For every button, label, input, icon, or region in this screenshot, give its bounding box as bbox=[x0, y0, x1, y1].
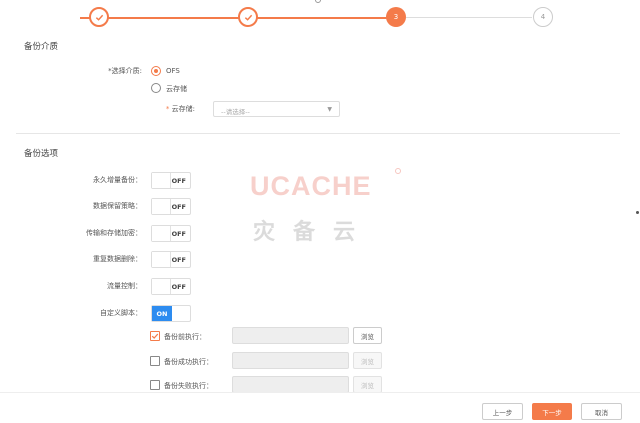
registered-icon bbox=[395, 168, 401, 174]
step-2[interactable] bbox=[238, 7, 258, 27]
toggle-knob bbox=[152, 252, 171, 267]
script-pre-label: 备份前执行： bbox=[164, 333, 206, 341]
toggle-knob bbox=[152, 199, 171, 214]
toggle-label-script: 自定义脚本： bbox=[100, 309, 142, 317]
toggle-state: OFF bbox=[171, 256, 186, 264]
toggle-state: OFF bbox=[171, 230, 186, 238]
next-button[interactable]: 下一步 bbox=[532, 403, 572, 420]
cloud-storage-label-text: 云存储: bbox=[171, 105, 195, 113]
prev-button[interactable]: 上一步 bbox=[482, 403, 523, 420]
chevron-down-icon: ▼ bbox=[327, 106, 332, 113]
options-section-title: 备份选项 bbox=[24, 149, 59, 159]
toggle-label-encryption: 传输和存储加密： bbox=[86, 229, 142, 237]
toggle-label-dedup: 重复数据删除： bbox=[93, 255, 142, 263]
medium-section-title: 备份介质 bbox=[24, 42, 59, 52]
toggle-incremental[interactable]: OFF bbox=[151, 172, 191, 189]
medium-option-ofs-label: OFS bbox=[166, 67, 180, 75]
script-pre-browse-button[interactable]: 浏览 bbox=[353, 327, 382, 344]
cloud-storage-label: * 云存储: bbox=[165, 105, 195, 113]
watermark-brand: UCACHE bbox=[250, 171, 372, 201]
check-icon bbox=[151, 333, 159, 339]
step-3[interactable]: 3 bbox=[386, 7, 406, 27]
toggle-state: ON bbox=[152, 306, 172, 321]
script-failure-label: 备份失败执行： bbox=[164, 382, 213, 390]
script-success-checkbox[interactable] bbox=[150, 356, 160, 366]
toggle-knob bbox=[152, 226, 171, 241]
medium-option-cloud-label: 云存储 bbox=[166, 85, 187, 93]
medium-radio-ofs[interactable] bbox=[151, 66, 161, 76]
medium-radio-cloud[interactable] bbox=[151, 83, 161, 93]
step-top-mark bbox=[315, 0, 321, 3]
toggle-state: OFF bbox=[171, 177, 186, 185]
toggle-dedup[interactable]: OFF bbox=[151, 251, 191, 268]
toggle-encryption[interactable]: OFF bbox=[151, 225, 191, 242]
section-divider bbox=[16, 133, 620, 134]
script-pre-path-input[interactable] bbox=[232, 327, 349, 344]
toggle-state: OFF bbox=[171, 203, 186, 211]
script-success-path-input[interactable] bbox=[232, 352, 349, 369]
toggle-knob bbox=[152, 173, 171, 188]
step-progress-line bbox=[80, 17, 388, 19]
cancel-button[interactable]: 取消 bbox=[581, 403, 622, 420]
toggle-knob bbox=[152, 279, 171, 294]
cloud-storage-select[interactable]: --请选择-- ▼ bbox=[213, 101, 340, 117]
wizard-stepper: 3 4 bbox=[0, 0, 640, 36]
script-failure-path-input[interactable] bbox=[232, 376, 349, 393]
watermark-logo: UCACHE 灾备云 bbox=[245, 166, 405, 246]
toggle-state: OFF bbox=[171, 283, 186, 291]
toggle-custom-script[interactable]: ON bbox=[151, 305, 191, 322]
step-pending-line bbox=[406, 17, 532, 18]
script-failure-checkbox[interactable] bbox=[150, 380, 160, 390]
script-pre-checkbox[interactable] bbox=[150, 331, 160, 341]
toggle-traffic[interactable]: OFF bbox=[151, 278, 191, 295]
watermark-subtitle: 灾备云 bbox=[253, 220, 374, 245]
cloud-storage-placeholder: --请选择-- bbox=[221, 108, 250, 116]
check-icon bbox=[244, 14, 252, 21]
medium-label: *选择介质: bbox=[108, 67, 142, 75]
script-success-browse-button[interactable]: 浏览 bbox=[353, 352, 382, 369]
script-failure-browse-button[interactable]: 浏览 bbox=[353, 376, 382, 393]
scroll-indicator bbox=[636, 211, 639, 214]
toggle-retention[interactable]: OFF bbox=[151, 198, 191, 215]
toggle-label-incremental: 永久增量备份： bbox=[93, 176, 142, 184]
wizard-footer: 上一步 下一步 取消 bbox=[0, 392, 640, 423]
toggle-label-retention: 数据保留策略： bbox=[93, 202, 142, 210]
check-icon bbox=[95, 14, 103, 21]
script-success-label: 备份成功执行： bbox=[164, 358, 213, 366]
toggle-label-traffic: 流量控制： bbox=[107, 282, 142, 290]
step-1[interactable] bbox=[89, 7, 109, 27]
step-4[interactable]: 4 bbox=[533, 7, 553, 27]
